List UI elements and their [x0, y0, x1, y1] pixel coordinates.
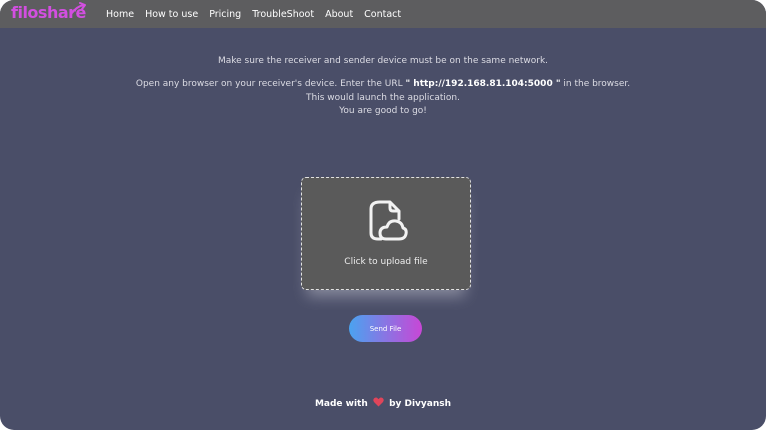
good-to-go-note: You are good to go!: [339, 106, 427, 116]
file-cloud-icon: [369, 200, 408, 241]
navbar: filoshare Home How to use Pricing Troubl…: [0, 0, 766, 28]
nav-troubleshoot[interactable]: TroubleShoot: [252, 9, 314, 20]
footer: Made with by Divyansh: [0, 397, 766, 409]
url-instruction: Open any browser on your receiver's devi…: [0, 79, 766, 89]
nav-links: Home How to use Pricing TroubleShoot Abo…: [106, 0, 412, 28]
nav-pricing[interactable]: Pricing: [209, 9, 241, 20]
footer-prefix: Made with: [314, 399, 368, 409]
launch-note: This would launch the application.: [306, 93, 460, 103]
nav-how-to-use[interactable]: How to use: [145, 9, 198, 20]
nav-contact[interactable]: Contact: [364, 9, 401, 20]
logo-arrow-icon: [70, 2, 86, 15]
footer-suffix: by Divyansh: [389, 399, 452, 409]
send-file-button[interactable]: Send File: [349, 315, 422, 342]
server-url: " http://192.168.81.104:5000 ": [405, 79, 561, 89]
heart-icon: [373, 397, 384, 407]
url-instruction-suffix: in the browser.: [560, 79, 631, 89]
app-window: filoshare Home How to use Pricing Troubl…: [0, 0, 766, 430]
url-instruction-prefix: Open any browser on your receiver's devi…: [135, 79, 406, 89]
network-note: Make sure the receiver and sender device…: [217, 56, 549, 66]
nav-about[interactable]: About: [325, 9, 353, 20]
upload-label: Click to upload file: [344, 257, 428, 267]
nav-home[interactable]: Home: [106, 9, 134, 20]
upload-dropzone[interactable]: Click to upload file: [301, 177, 471, 290]
